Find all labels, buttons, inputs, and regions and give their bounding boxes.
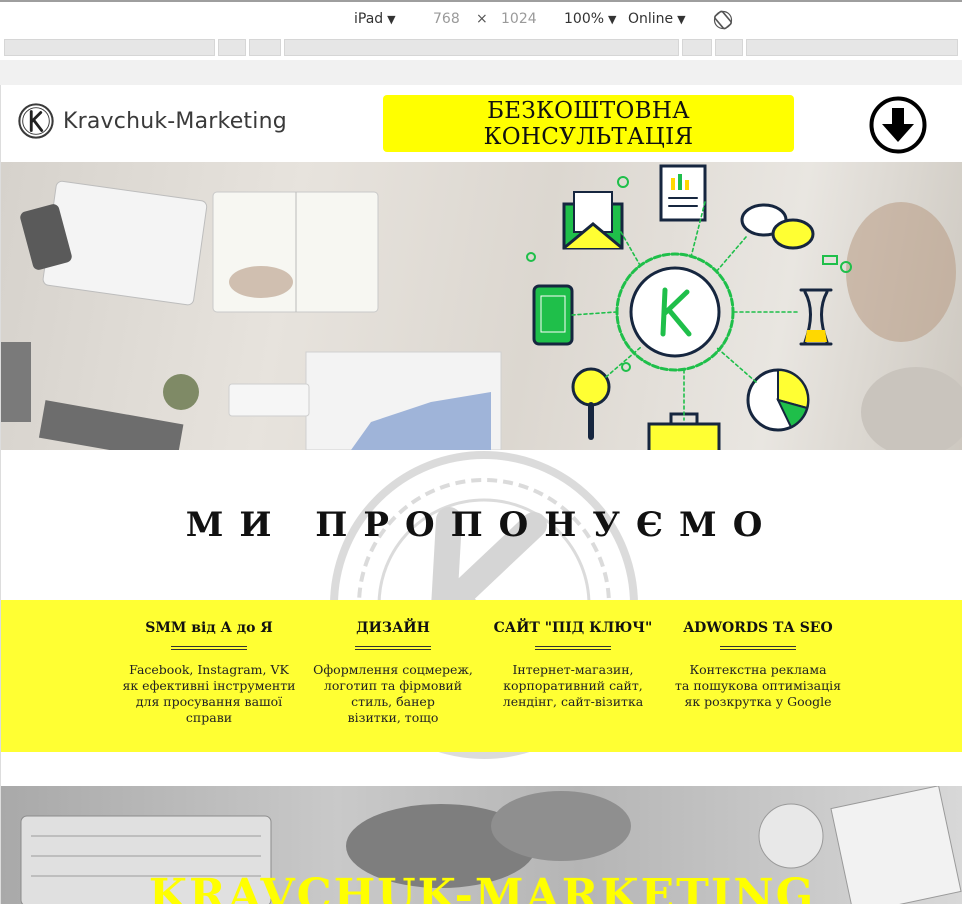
device-select[interactable]: iPad ▼ [354, 10, 396, 29]
device-caret-icon: ▼ [387, 13, 396, 26]
offer-divider [535, 646, 611, 650]
offer-smm: SMM від А до Я Facebook, Instagram, VK я… [119, 620, 299, 726]
website-viewport: Kravchuk-Marketing БЕЗКОШТОВНА КОНСУЛЬТА… [0, 85, 962, 904]
logo[interactable]: Kravchuk-Marketing [17, 102, 287, 140]
offer-line: корпоративний сайт, [503, 678, 643, 693]
offer-divider [171, 646, 247, 650]
offer-line: для просування вашої [135, 694, 283, 709]
offer-line: стиль, банер [351, 694, 435, 709]
zoom-label: 100% [564, 11, 605, 27]
tablet-shape [38, 400, 184, 450]
offer-divider [355, 646, 431, 650]
ruler-segment[interactable] [715, 39, 743, 56]
rotate-icon[interactable] [713, 10, 733, 30]
brand-section: KRAVCHUK-MARKETING [1, 786, 962, 904]
site-header: Kravchuk-Marketing БЕЗКОШТОВНА КОНСУЛЬТА… [1, 85, 962, 162]
offer-description: Facebook, Instagram, VK як ефективні інс… [119, 662, 299, 726]
media-query-ruler [0, 36, 962, 60]
offer-title: ADWORDS ТА SEO [683, 620, 833, 636]
k-badge-icon [629, 266, 721, 358]
ruler-segment[interactable] [682, 39, 712, 56]
offer-line: Інтернет-магазин, [512, 662, 634, 677]
device-edge-shape [1, 342, 31, 422]
zoom-caret-icon: ▼ [608, 13, 617, 26]
offer-line: логотип та фірмовий [323, 678, 463, 693]
offer-adwords-seo: ADWORDS ТА SEO Контекстна реклама та пош… [668, 620, 848, 710]
height-input[interactable]: 1024 [501, 10, 537, 28]
device-toolbar: iPad ▼ 768 × 1024 100% ▼ Online ▼ [0, 0, 962, 36]
hero-banner [1, 162, 962, 450]
download-arrow-icon[interactable] [868, 95, 928, 155]
ruler-segment[interactable] [746, 39, 958, 56]
offer-line: візитки, тощо [347, 710, 439, 725]
ruler-segment[interactable] [249, 39, 281, 56]
offer-description: Інтернет-магазин, корпоративний сайт, ле… [483, 662, 663, 710]
offer-design: ДИЗАЙН Оформлення соцмереж, логотип та ф… [303, 620, 483, 726]
offer-website: САЙТ "ПІД КЛЮЧ" Інтернет-магазин, корпор… [483, 620, 663, 710]
offers-band: SMM від А до Я Facebook, Instagram, VK я… [1, 600, 962, 752]
width-input[interactable]: 768 [433, 10, 460, 28]
report-icon [659, 164, 707, 222]
hand-shape [229, 266, 293, 298]
offer-description: Оформлення соцмереж, логотип та фірмовий… [303, 662, 483, 726]
person-shape [846, 202, 956, 342]
offer-line: справи [185, 710, 233, 725]
briefcase-icon [647, 422, 721, 450]
marketing-icons-cluster [526, 164, 852, 450]
magnifier-icon [571, 367, 611, 407]
ruler-segment[interactable] [218, 39, 246, 56]
device-select-label: iPad [354, 11, 384, 27]
offer-line: лендінг, сайт-візитка [502, 694, 644, 709]
offer-title: САЙТ "ПІД КЛЮЧ" [493, 620, 653, 636]
network-select[interactable]: Online ▼ [628, 10, 686, 29]
free-consultation-button[interactable]: БЕЗКОШТОВНА КОНСУЛЬТАЦІЯ [383, 95, 794, 152]
hero-illustration [1, 164, 962, 450]
times-sign: × [476, 11, 488, 27]
ruler-segment[interactable] [4, 39, 215, 56]
hands-shape-2 [491, 791, 631, 861]
zoom-select[interactable]: 100% ▼ [564, 10, 617, 29]
logo-text: Kravchuk-Marketing [63, 108, 287, 134]
offer-title: SMM від А до Я [145, 620, 273, 636]
offer-title: ДИЗАЙН [356, 620, 430, 636]
offer-line: як розкрутка у Google [684, 694, 832, 709]
offer-line: Оформлення соцмереж, [313, 662, 473, 677]
offer-description: Контекстна реклама та пошукова оптимізац… [668, 662, 848, 710]
offers-heading: МИ ПРОПОНУЄМО [185, 505, 779, 545]
viewport-gutter [0, 60, 962, 85]
ruler-segment[interactable] [284, 39, 679, 56]
offer-line: та пошукова оптимізація [675, 678, 841, 693]
offer-line: Facebook, Instagram, VK [129, 662, 289, 677]
offer-divider [720, 646, 796, 650]
network-label: Online [628, 11, 674, 27]
socket-shape [228, 383, 310, 417]
brand-heading: KRAVCHUK-MARKETING [148, 870, 816, 904]
network-caret-icon: ▼ [677, 13, 686, 26]
offer-line: як ефективні інструменти [122, 678, 296, 693]
offer-line: Контекстна реклама [689, 662, 827, 677]
cactus-shape [163, 374, 199, 410]
coffee-cup-shape [758, 803, 824, 869]
logo-k-icon [18, 103, 54, 139]
person-shirt-shape [861, 367, 962, 450]
